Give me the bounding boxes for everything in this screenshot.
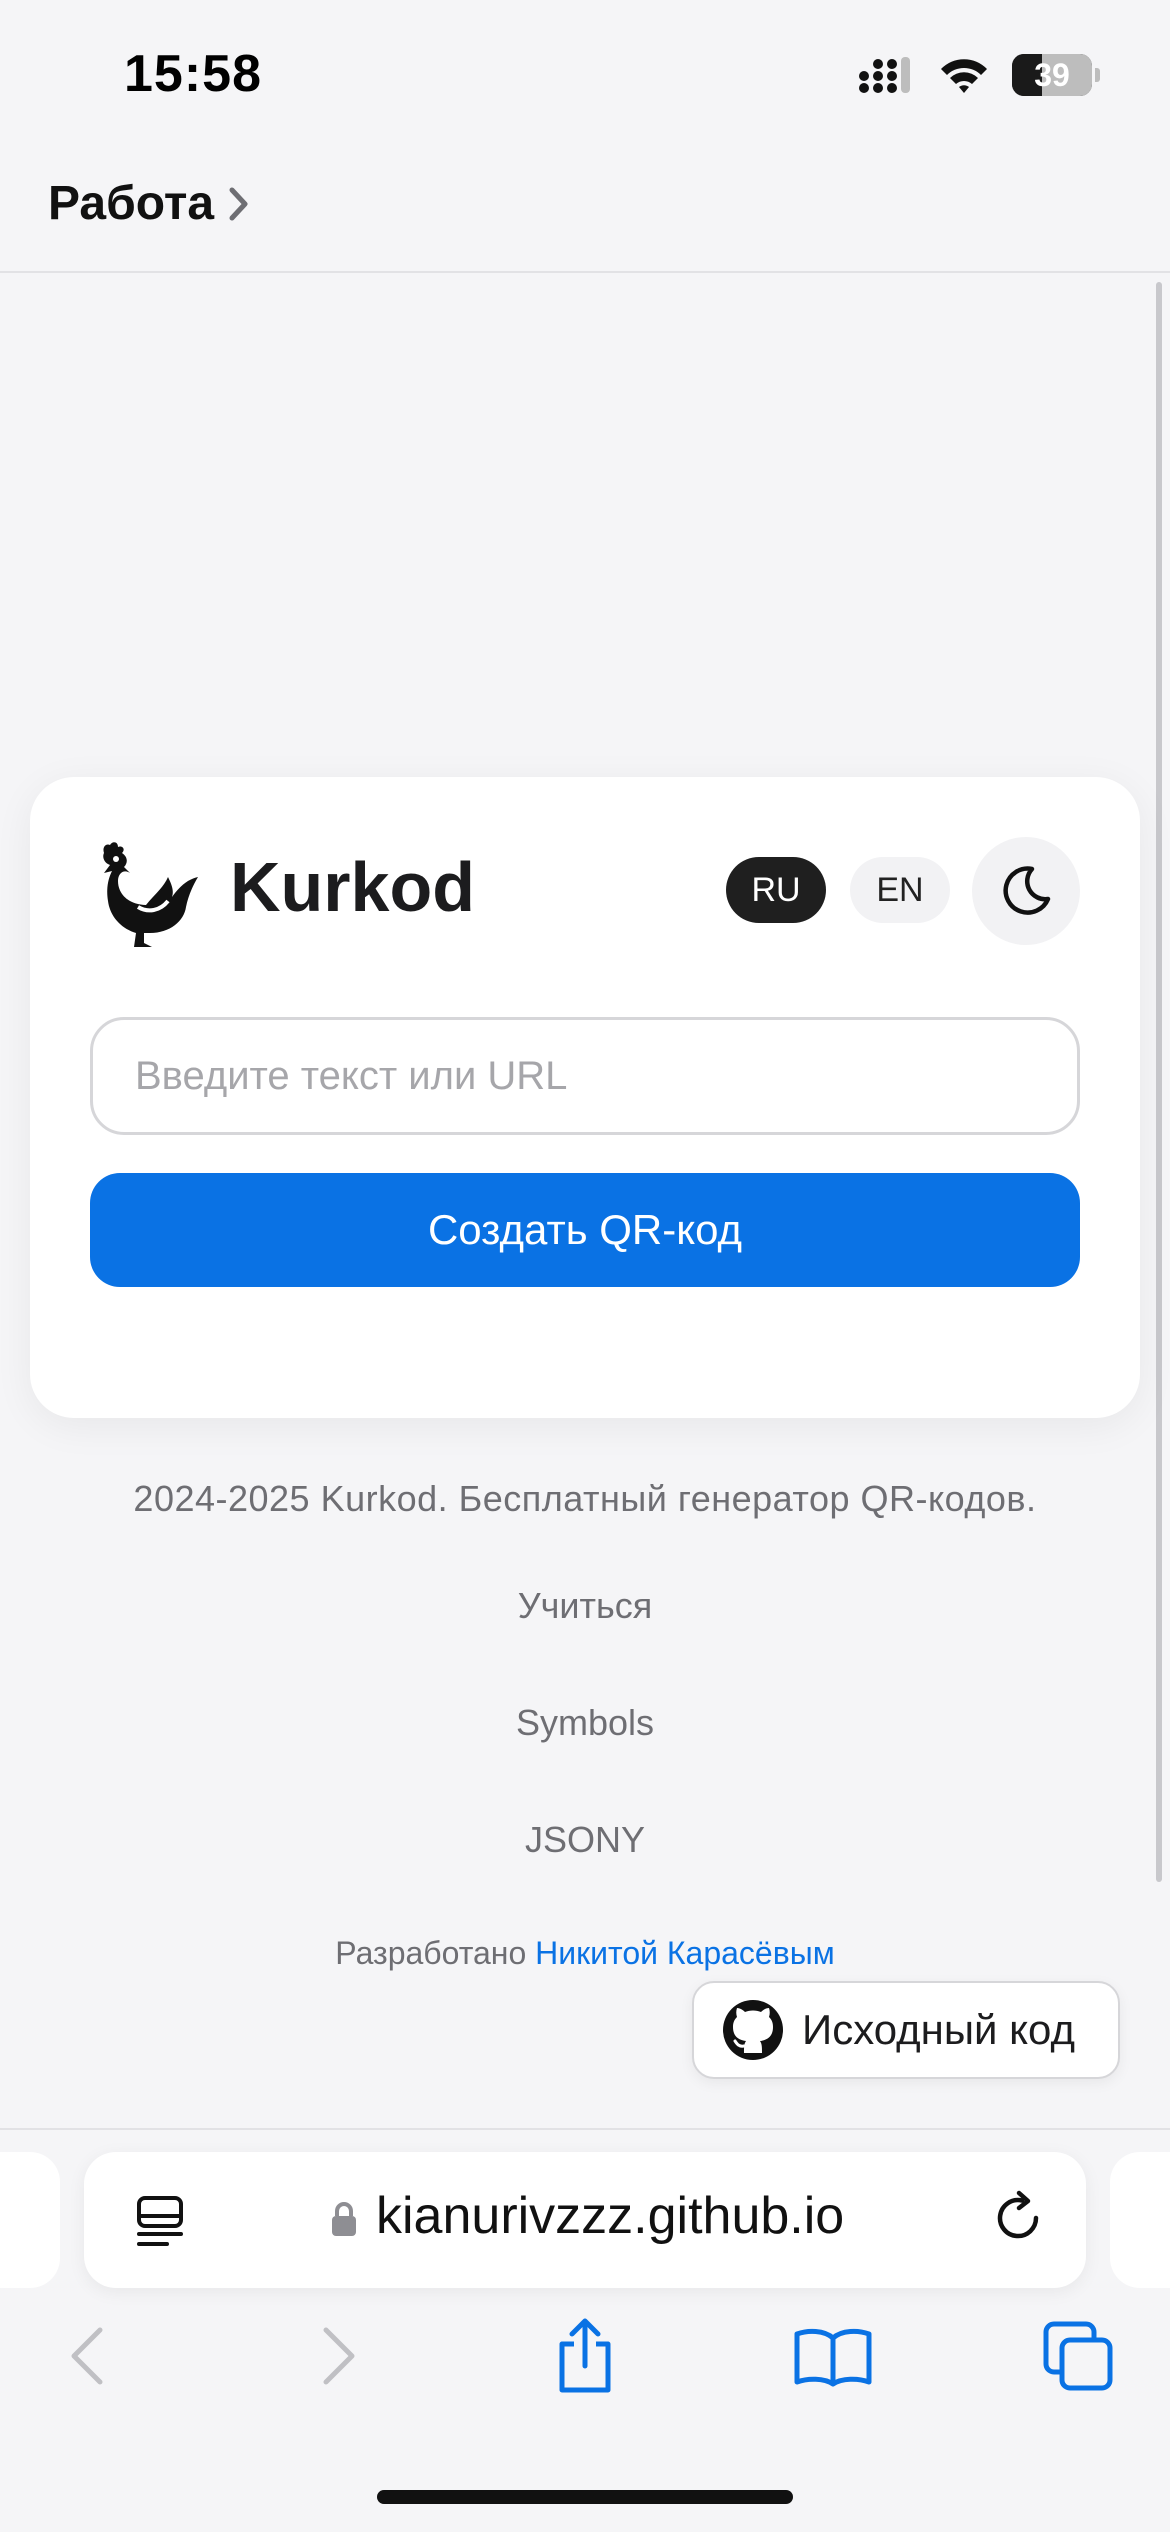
status-icons: 39 <box>858 54 1100 96</box>
previous-tab-peek[interactable] <box>0 2152 60 2288</box>
source-code-button[interactable]: Исходный код <box>692 1981 1120 2079</box>
footer-link-jsony[interactable]: JSONY <box>0 1819 1170 1861</box>
status-time: 15:58 <box>124 45 262 103</box>
back-to-app-link[interactable]: Работа <box>48 176 250 231</box>
bookmarks-icon[interactable] <box>792 2326 874 2388</box>
lock-icon <box>332 2202 356 2236</box>
source-code-label: Исходный код <box>802 2006 1075 2053</box>
battery-icon: 39 <box>1012 54 1100 96</box>
rooster-logo-icon <box>103 842 198 947</box>
credit-prefix: Разработано <box>335 1935 527 1971</box>
text-or-url-input[interactable] <box>90 1017 1080 1135</box>
lang-ru-button[interactable]: RU <box>726 857 826 923</box>
github-icon <box>723 2000 783 2060</box>
reader-icon[interactable] <box>134 2194 186 2248</box>
screen: 15:58 39 Работа Kurkod RU EN Введите тек… <box>0 0 1170 2532</box>
url-text: kianurivzzz.github.io <box>376 2187 845 2245</box>
status-bar: 15:58 39 <box>0 0 1170 150</box>
battery-level: 39 <box>1034 56 1070 93</box>
share-icon[interactable] <box>550 2316 620 2396</box>
moon-icon <box>1003 866 1051 915</box>
scroll-indicator <box>1156 282 1162 1882</box>
credit-author-link[interactable]: Никитой Карасёвым <box>535 1935 835 1971</box>
reload-icon[interactable] <box>992 2190 1046 2246</box>
footer-link-symbols[interactable]: Symbols <box>0 1702 1170 1744</box>
footer-link-learn[interactable]: Учиться <box>0 1585 1170 1627</box>
tabs-icon[interactable] <box>1042 2320 1116 2394</box>
address-bar[interactable]: kianurivzzz.github.io <box>84 2152 1086 2288</box>
forward-icon[interactable] <box>316 2322 362 2390</box>
back-to-app-label: Работа <box>48 177 215 230</box>
brand-name: Kurkod <box>230 848 475 926</box>
toolbar-divider <box>0 2128 1170 2130</box>
chevron-right-icon <box>229 187 248 220</box>
theme-toggle-button[interactable] <box>972 837 1080 945</box>
signal-icon <box>859 57 910 93</box>
wifi-icon <box>941 59 987 93</box>
create-qr-button[interactable]: Создать QR-код <box>90 1173 1080 1287</box>
nav-divider <box>0 271 1170 273</box>
next-tab-peek[interactable] <box>1110 2152 1170 2288</box>
home-indicator <box>377 2490 793 2504</box>
footer-copyright: 2024-2025 Kurkod. Бесплатный генератор Q… <box>133 1478 1037 1519</box>
back-icon[interactable] <box>64 2322 110 2390</box>
lang-en-button[interactable]: EN <box>850 857 950 923</box>
qr-generator-card: Kurkod RU EN Создать QR-код <box>30 777 1140 1418</box>
developer-credit: Разработано Никитой Карасёвым <box>0 1935 1170 1972</box>
